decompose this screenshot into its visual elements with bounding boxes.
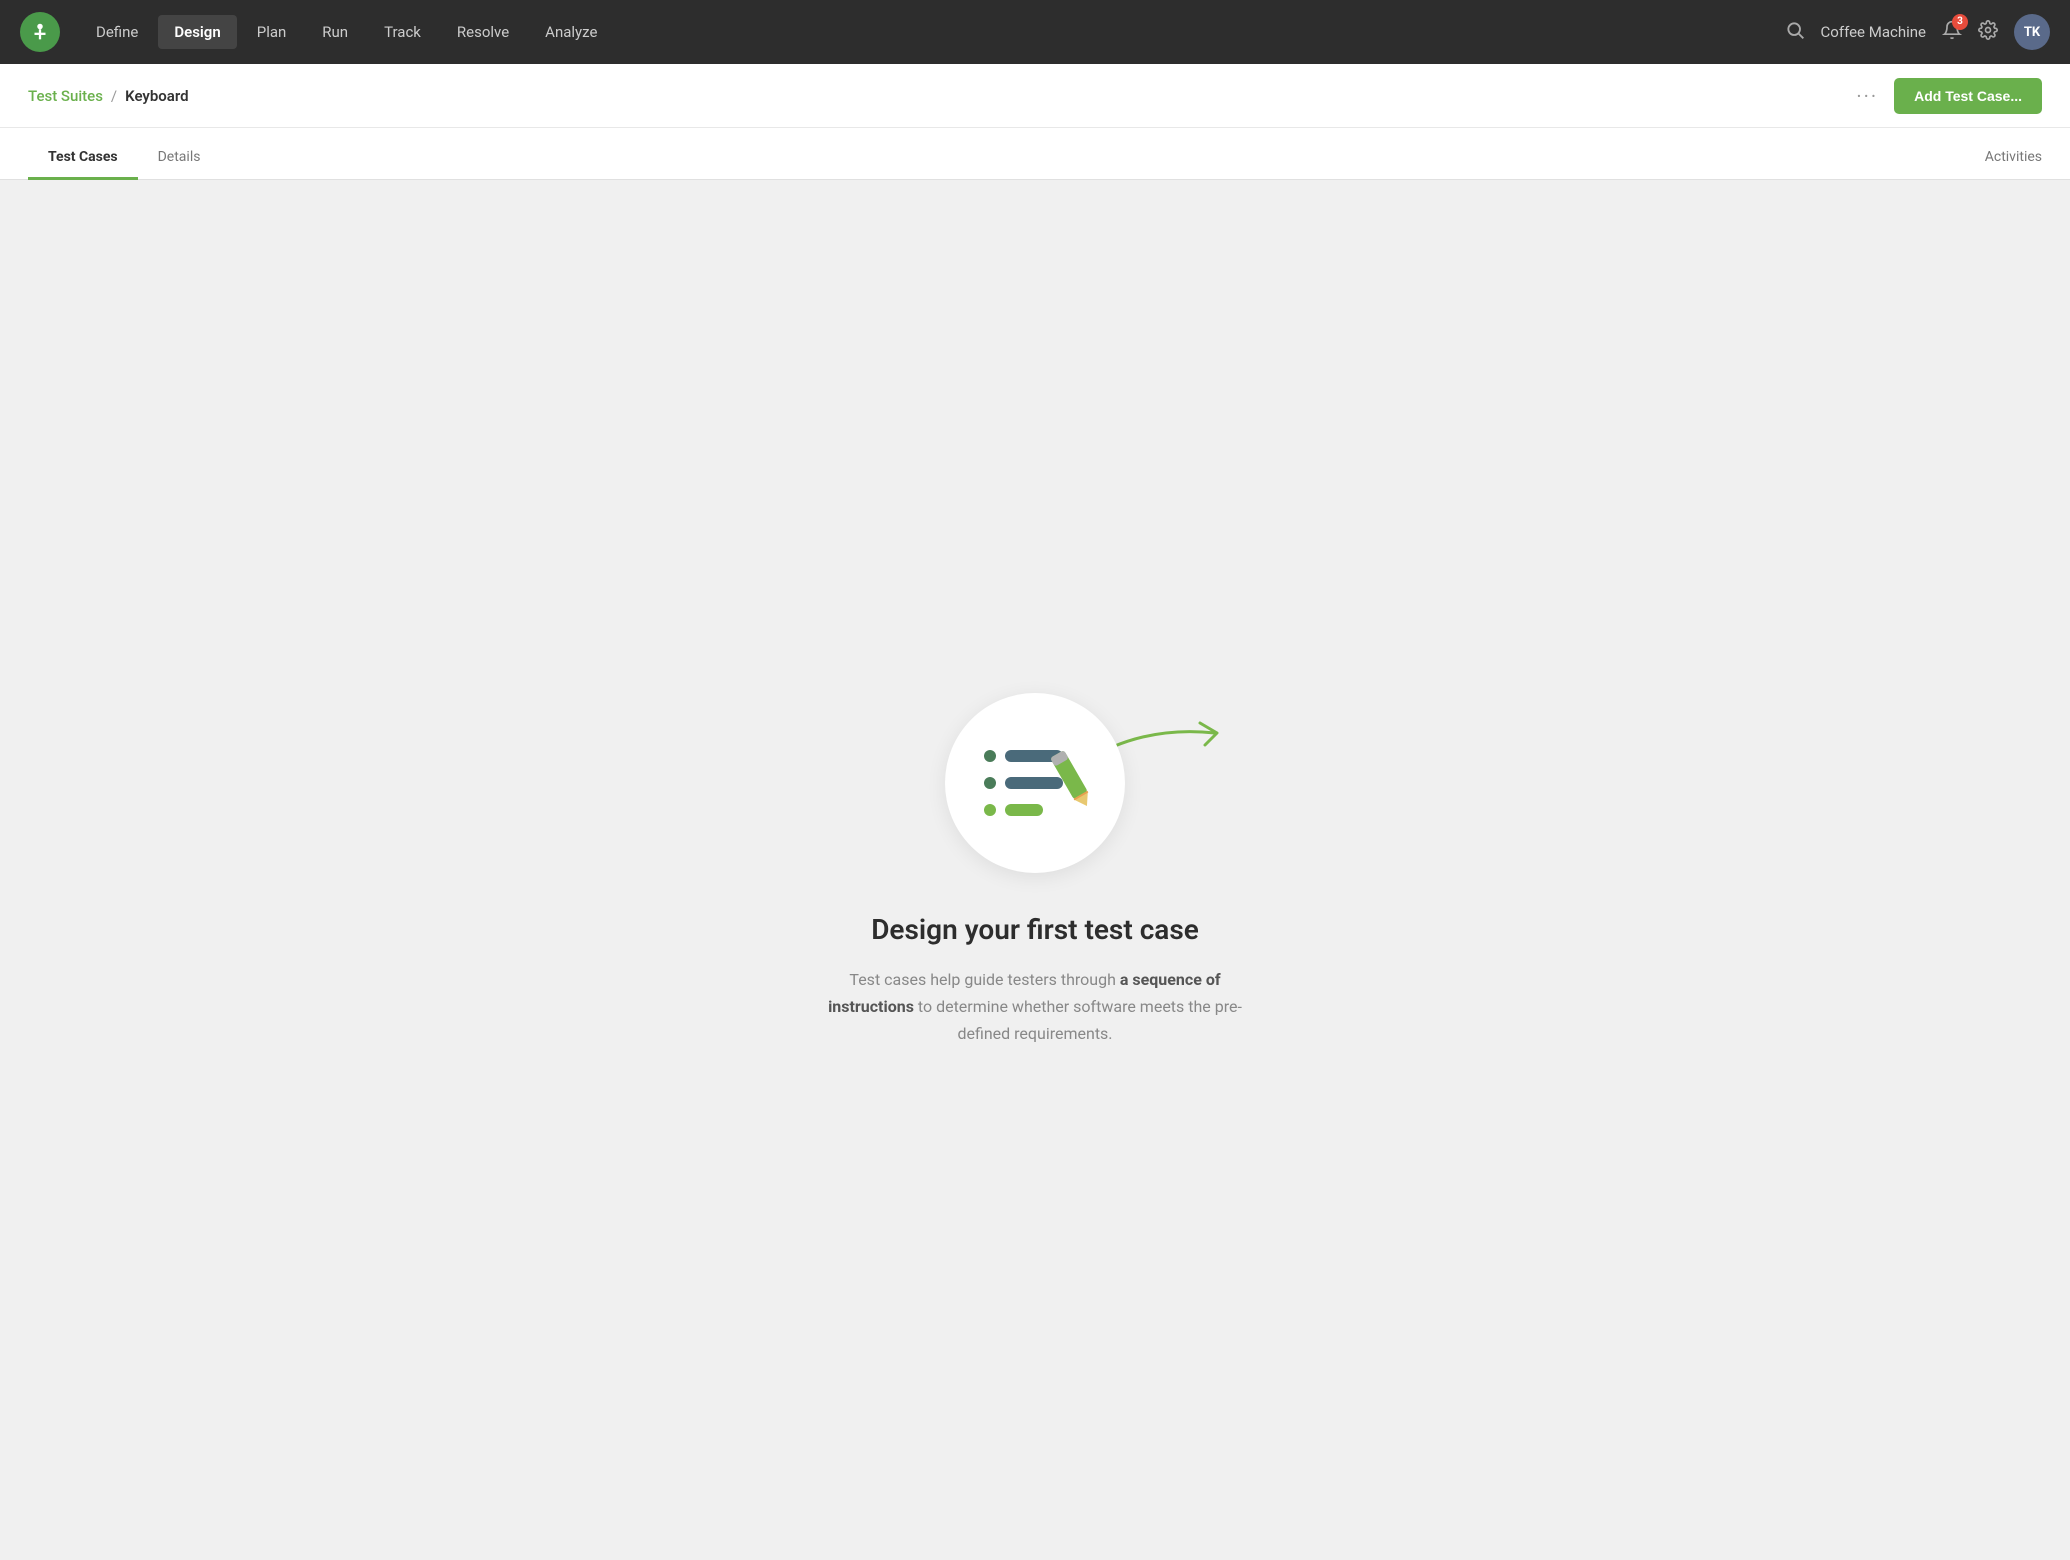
add-test-case-button[interactable]: Add Test Case... bbox=[1894, 78, 2042, 114]
more-options-button[interactable]: ··· bbox=[1856, 84, 1878, 108]
nav-items: Define Design Plan Run Track Resolve Ana… bbox=[80, 15, 1777, 49]
tab-details[interactable]: Details bbox=[138, 135, 221, 180]
breadcrumb-actions: ··· Add Test Case... bbox=[1856, 78, 2042, 114]
nav-item-run[interactable]: Run bbox=[306, 15, 364, 49]
logo[interactable] bbox=[20, 12, 60, 52]
nav-item-analyze[interactable]: Analyze bbox=[529, 15, 613, 49]
empty-state-description: Test cases help guide testers through a … bbox=[815, 966, 1255, 1048]
tab-test-cases[interactable]: Test Cases bbox=[28, 135, 138, 180]
nav-item-define[interactable]: Define bbox=[80, 15, 154, 49]
notification-badge: 3 bbox=[1952, 14, 1968, 30]
empty-desc-plain: Test cases help guide testers through bbox=[849, 970, 1119, 989]
breadcrumb-link[interactable]: Test Suites bbox=[28, 87, 103, 105]
search-icon[interactable] bbox=[1785, 20, 1805, 45]
tabs-bar: Test Cases Details Activities bbox=[0, 128, 2070, 180]
notifications-bell[interactable]: 3 bbox=[1942, 20, 1962, 45]
main-content: Design your first test case Test cases h… bbox=[0, 180, 2070, 1560]
nav-item-track[interactable]: Track bbox=[368, 15, 437, 49]
breadcrumb-bar: Test Suites / Keyboard ··· Add Test Case… bbox=[0, 64, 2070, 128]
breadcrumb-separator: / bbox=[111, 87, 117, 105]
navbar: Define Design Plan Run Track Resolve Ana… bbox=[0, 0, 2070, 64]
empty-desc-end: to determine whether software meets the … bbox=[914, 997, 1242, 1043]
illustration-wrap bbox=[945, 693, 1125, 873]
project-name: Coffee Machine bbox=[1821, 23, 1926, 41]
breadcrumb: Test Suites / Keyboard bbox=[28, 87, 189, 105]
empty-state-title: Design your first test case bbox=[871, 913, 1199, 946]
checklist-pencil-icon bbox=[970, 728, 1100, 838]
settings-icon[interactable] bbox=[1978, 20, 1998, 45]
tabs-left: Test Cases Details bbox=[28, 135, 220, 179]
activities-link[interactable]: Activities bbox=[1985, 149, 2042, 179]
illustration-circle bbox=[945, 693, 1125, 873]
nav-item-design[interactable]: Design bbox=[158, 15, 236, 49]
nav-right: Coffee Machine 3 TK bbox=[1785, 14, 2050, 50]
breadcrumb-current: Keyboard bbox=[125, 87, 188, 105]
avatar[interactable]: TK bbox=[2014, 14, 2050, 50]
nav-item-plan[interactable]: Plan bbox=[241, 15, 303, 49]
nav-item-resolve[interactable]: Resolve bbox=[441, 15, 525, 49]
